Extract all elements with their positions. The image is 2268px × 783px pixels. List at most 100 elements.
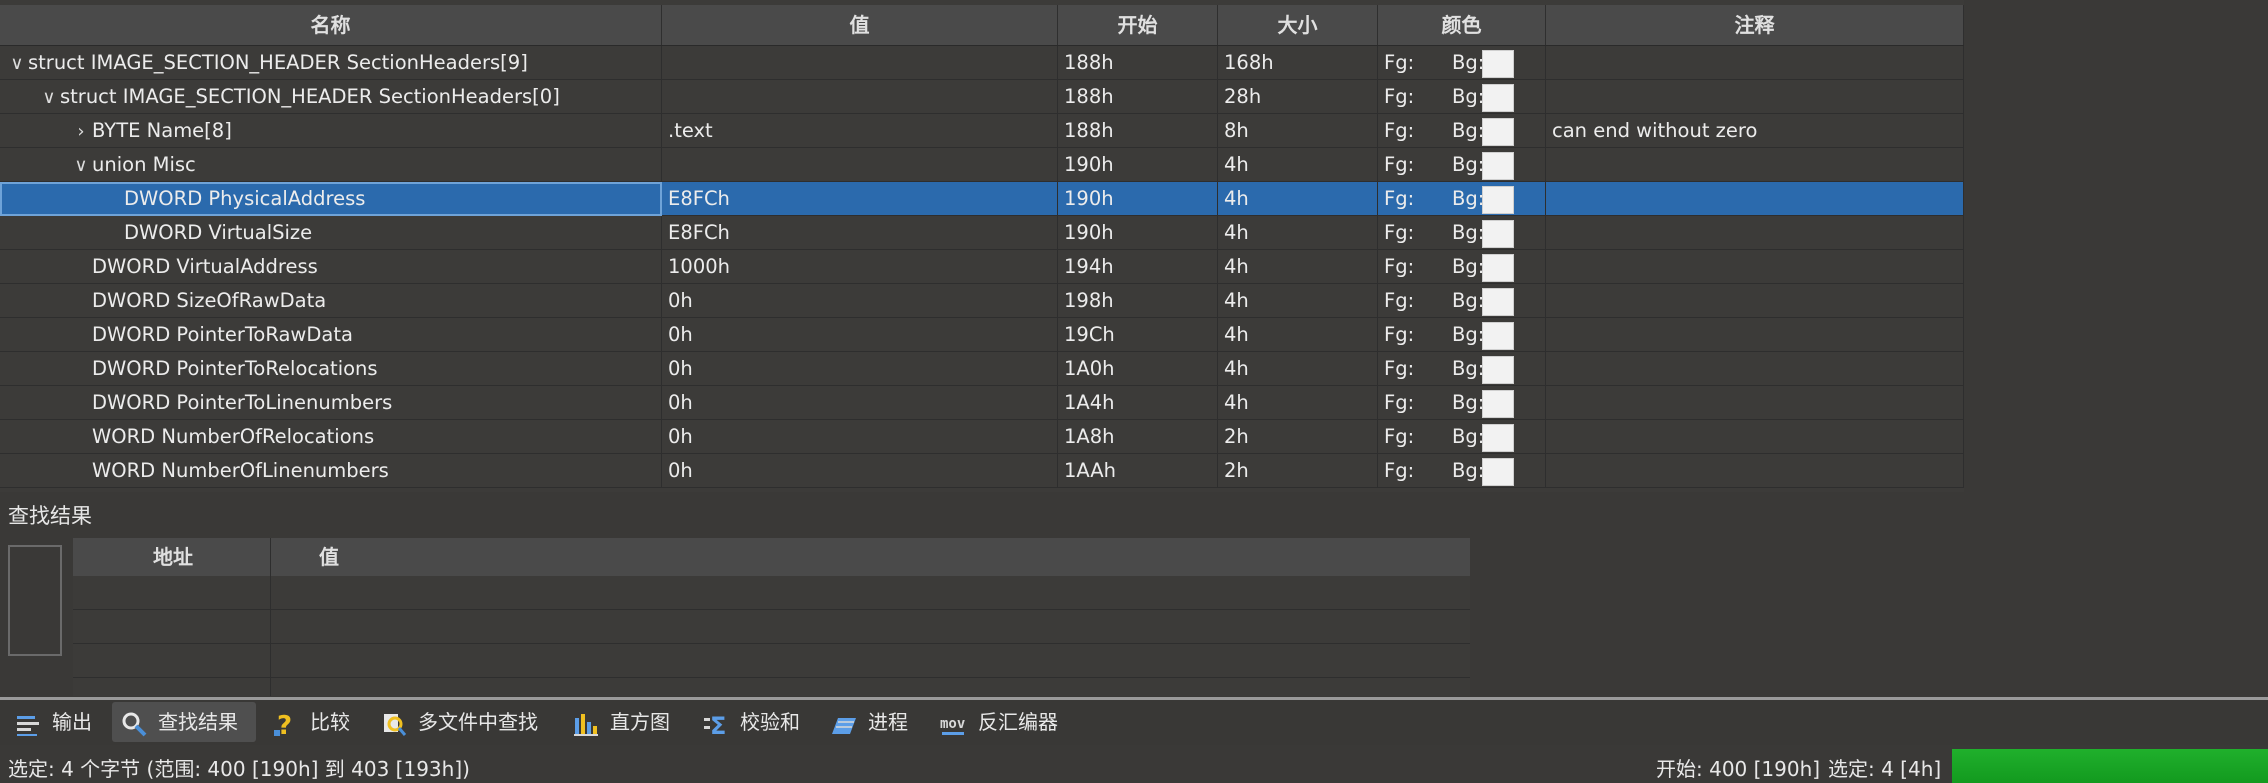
column-header-start[interactable]: 开始 <box>1058 5 1218 45</box>
chevron-down-icon[interactable]: ∨ <box>38 81 60 114</box>
cell-color[interactable]: Fg: Bg: <box>1378 250 1546 284</box>
cell-color[interactable]: Fg: Bg: <box>1378 114 1546 148</box>
table-row[interactable]: WORD NumberOfRelocations 0h 1A8h 2h Fg: Bg: <box>0 420 1964 454</box>
cell-value[interactable]: 0h <box>662 420 1058 454</box>
cell-comment[interactable] <box>1546 454 1964 488</box>
cell-color[interactable]: Fg: Bg: <box>1378 182 1546 216</box>
cell-value[interactable]: 0h <box>662 386 1058 420</box>
cell-value[interactable] <box>662 80 1058 114</box>
bg-color-swatch[interactable] <box>1482 186 1514 214</box>
cell-comment[interactable] <box>1546 182 1964 216</box>
cell-color[interactable]: Fg: Bg: <box>1378 148 1546 182</box>
cell-comment[interactable] <box>1546 284 1964 318</box>
bg-color-swatch[interactable] <box>1482 458 1514 486</box>
cell-value[interactable]: 0h <box>662 318 1058 352</box>
chevron-down-icon[interactable]: ∨ <box>70 149 92 182</box>
cell-value[interactable]: E8FCh <box>662 182 1058 216</box>
chevron-down-icon[interactable]: ∨ <box>6 47 28 80</box>
cell-value[interactable] <box>662 46 1058 80</box>
table-row[interactable]: DWORD VirtualSize E8FCh 190h 4h Fg: Bg: <box>0 216 1964 250</box>
bg-color-swatch[interactable] <box>1482 424 1514 452</box>
tab-compare[interactable]: ? 比较 <box>264 702 368 742</box>
cell-value[interactable]: 0h <box>662 284 1058 318</box>
cell-color[interactable]: Fg: Bg: <box>1378 216 1546 250</box>
tab-output[interactable]: 输出 <box>6 702 110 742</box>
cell-name[interactable]: DWORD VirtualSize <box>0 216 662 250</box>
cell-name[interactable]: ∨ struct IMAGE_SECTION_HEADER SectionHead… <box>0 80 662 114</box>
cell-name[interactable]: ∨ union Misc <box>0 148 662 182</box>
cell-name[interactable]: DWORD PhysicalAddress <box>0 182 662 216</box>
cell-color[interactable]: Fg: Bg: <box>1378 420 1546 454</box>
cell-color[interactable]: Fg: Bg: <box>1378 454 1546 488</box>
cell-color[interactable]: Fg: Bg: <box>1378 386 1546 420</box>
tab-disassembler[interactable]: mov 反汇编器 <box>932 702 1072 742</box>
cell-name[interactable]: WORD NumberOfRelocations <box>0 420 662 454</box>
cell-name[interactable]: › BYTE Name[8] <box>0 114 662 148</box>
column-header-comment[interactable]: 注释 <box>1546 5 1964 45</box>
cell-comment[interactable] <box>1546 318 1964 352</box>
cell-comment[interactable] <box>1546 80 1964 114</box>
cell-comment[interactable]: can end without zero <box>1546 114 1964 148</box>
table-row[interactable]: DWORD PointerToRawData 0h 19Ch 4h Fg: Bg: <box>0 318 1964 352</box>
chevron-right-icon[interactable]: › <box>70 115 92 148</box>
cell-value[interactable]: 0h <box>662 352 1058 386</box>
cell-name[interactable]: DWORD VirtualAddress <box>0 250 662 284</box>
table-row[interactable]: DWORD SizeOfRawData 0h 198h 4h Fg: Bg: <box>0 284 1964 318</box>
cell-color[interactable]: Fg: Bg: <box>1378 318 1546 352</box>
cell-comment[interactable] <box>1546 352 1964 386</box>
cell-value[interactable]: 1000h <box>662 250 1058 284</box>
bg-color-swatch[interactable] <box>1482 220 1514 248</box>
cell-value[interactable]: E8FCh <box>662 216 1058 250</box>
bg-color-swatch[interactable] <box>1482 118 1514 146</box>
cell-value[interactable]: .text <box>662 114 1058 148</box>
cell-value[interactable]: 0h <box>662 454 1058 488</box>
cell-comment[interactable] <box>1546 250 1964 284</box>
tab-find-in-files[interactable]: 多文件中查找 <box>372 702 558 742</box>
cell-value[interactable] <box>662 148 1058 182</box>
table-row[interactable]: ∨ union Misc 190h 4h Fg: Bg: <box>0 148 1964 182</box>
find-result-row <box>73 610 1470 644</box>
tab-process[interactable]: 进程 <box>822 702 922 742</box>
cell-name[interactable]: WORD NumberOfLinenumbers <box>0 454 662 488</box>
cell-color[interactable]: Fg: Bg: <box>1378 80 1546 114</box>
cell-comment[interactable] <box>1546 420 1964 454</box>
cell-color[interactable]: Fg: Bg: <box>1378 284 1546 318</box>
bg-color-swatch[interactable] <box>1482 84 1514 112</box>
cell-comment[interactable] <box>1546 216 1964 250</box>
table-row[interactable]: DWORD PointerToLinenumbers 0h 1A4h 4h Fg: Bg: <box>0 386 1964 420</box>
column-header-color[interactable]: 颜色 <box>1378 5 1546 45</box>
table-row[interactable]: ∨ struct IMAGE_SECTION_HEADER SectionHead… <box>0 80 1964 114</box>
table-row[interactable]: › BYTE Name[8] .text 188h 8h Fg: Bg: can end wi… <box>0 114 1964 148</box>
table-row[interactable]: ∨ struct IMAGE_SECTION_HEADER SectionHead… <box>0 46 1964 80</box>
fg-label: Fg: <box>1384 323 1415 346</box>
column-header-value[interactable]: 值 <box>662 5 1058 45</box>
table-row[interactable]: DWORD VirtualAddress 1000h 194h 4h Fg: Bg: <box>0 250 1964 284</box>
cell-name[interactable]: DWORD PointerToRelocations <box>0 352 662 386</box>
table-row[interactable]: DWORD PointerToRelocations 0h 1A0h 4h Fg: Bg: <box>0 352 1964 386</box>
cell-comment[interactable] <box>1546 46 1964 80</box>
tab-checksum[interactable]: Σ 校验和 <box>694 702 814 742</box>
bg-color-swatch[interactable] <box>1482 390 1514 418</box>
table-row[interactable]: WORD NumberOfLinenumbers 0h 1AAh 2h Fg: Bg: <box>0 454 1964 488</box>
table-row[interactable]: DWORD PhysicalAddress E8FCh 190h 4h Fg: Bg: <box>0 182 1964 216</box>
bg-color-swatch[interactable] <box>1482 152 1514 180</box>
column-header-address[interactable]: 地址 <box>153 538 193 576</box>
cell-name[interactable]: DWORD SizeOfRawData <box>0 284 662 318</box>
bg-color-swatch[interactable] <box>1482 288 1514 316</box>
cell-name[interactable]: DWORD PointerToRawData <box>0 318 662 352</box>
cell-color[interactable]: Fg: Bg: <box>1378 352 1546 386</box>
tab-find-results[interactable]: 查找结果 <box>112 702 256 742</box>
cell-comment[interactable] <box>1546 386 1964 420</box>
bg-color-swatch[interactable] <box>1482 356 1514 384</box>
bg-color-swatch[interactable] <box>1482 50 1514 78</box>
column-header-size[interactable]: 大小 <box>1218 5 1378 45</box>
cell-color[interactable]: Fg: Bg: <box>1378 46 1546 80</box>
tab-histogram[interactable]: 直方图 <box>564 702 682 742</box>
bg-color-swatch[interactable] <box>1482 322 1514 350</box>
cell-name[interactable]: ∨ struct IMAGE_SECTION_HEADER SectionHead… <box>0 46 662 80</box>
column-header-find-value[interactable]: 值 <box>319 538 339 576</box>
column-header-name[interactable]: 名称 <box>0 5 662 45</box>
cell-name[interactable]: DWORD PointerToLinenumbers <box>0 386 662 420</box>
cell-comment[interactable] <box>1546 148 1964 182</box>
bg-color-swatch[interactable] <box>1482 254 1514 282</box>
